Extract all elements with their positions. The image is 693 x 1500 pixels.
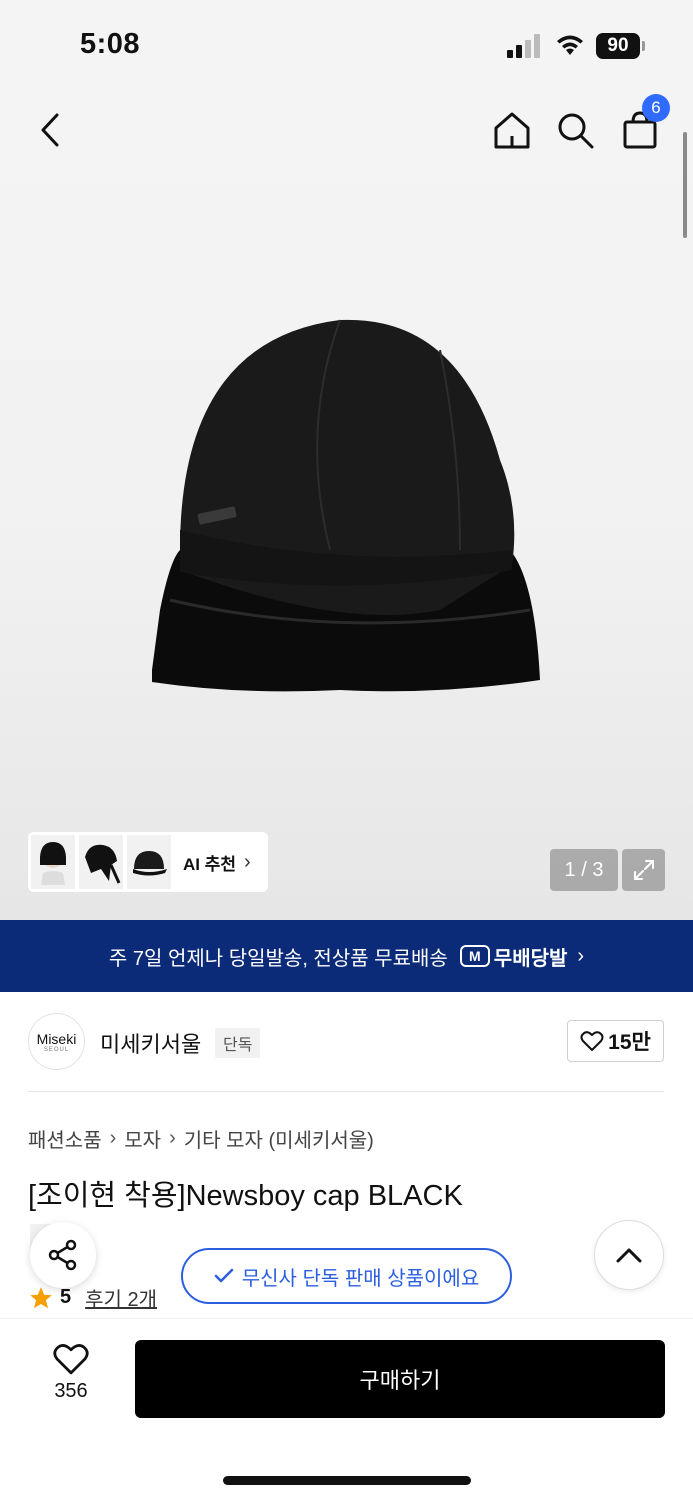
exclusive-notice-text: 무신사 단독 판매 상품이에요	[241, 1267, 480, 1290]
cellular-signal-icon	[507, 34, 540, 58]
back-button[interactable]	[26, 106, 74, 154]
status-time: 5:08	[80, 28, 141, 60]
musinsa-delivery-logo: M 무배당발	[459, 942, 568, 971]
brand-logo-subtext: SEOUL	[43, 1046, 70, 1053]
free-shipping-banner[interactable]: 주 7일 언제나 당일발송, 전상품 무료배송 M 무배당발 ›	[0, 920, 693, 992]
share-button[interactable]	[30, 1222, 96, 1288]
chevron-right-icon: ›	[577, 944, 585, 967]
exclusive-notice-pill[interactable]: 무신사 단독 판매 상품이에요	[181, 1248, 512, 1304]
battery-cap	[642, 41, 645, 51]
star-icon	[30, 1286, 52, 1308]
search-icon	[558, 113, 594, 149]
chevron-right-icon: ›	[244, 850, 251, 873]
wishlist-count: 356	[54, 1380, 88, 1402]
recommend-thumbnail[interactable]	[31, 835, 75, 889]
scrollbar[interactable]	[683, 132, 687, 238]
product-image[interactable]	[140, 310, 550, 700]
rating-score: 5	[60, 1286, 72, 1308]
cap-thumbnail	[133, 851, 167, 876]
chevron-right-icon: ›	[109, 1127, 117, 1149]
chevron-right-icon: ›	[169, 1127, 176, 1149]
banner-text: 주 7일 언제나 당일발송, 전상품 무료배송	[108, 947, 448, 970]
share-icon	[48, 1239, 77, 1271]
home-icon	[494, 112, 530, 149]
review-count-link[interactable]: 후기 2개	[85, 1283, 157, 1312]
wishlist-button[interactable]: 356	[36, 1342, 106, 1412]
check-icon	[214, 1268, 233, 1283]
home-indicator[interactable]	[223, 1476, 471, 1485]
heart-icon	[580, 1031, 604, 1051]
trapper-hat-thumbnail	[85, 844, 121, 884]
brand-like-button[interactable]: 15만	[567, 1020, 664, 1062]
recommend-thumbnail[interactable]	[127, 835, 171, 889]
brand-logo[interactable]: Miseki SEOUL	[28, 1013, 85, 1070]
ai-recommend-strip[interactable]: AI 추천 ›	[28, 832, 268, 892]
buy-button[interactable]: 구매하기	[135, 1340, 665, 1418]
scroll-to-top-button[interactable]	[594, 1220, 664, 1290]
breadcrumb-item[interactable]: 패션소품	[28, 1124, 102, 1153]
breadcrumb: 패션소품 › 모자 › 기타 모자 (미세키서울)	[28, 1124, 374, 1153]
image-page-indicator: 1 / 3	[550, 849, 618, 891]
brand-exclusive-badge: 단독	[215, 1028, 261, 1058]
home-button[interactable]	[488, 106, 536, 154]
battery-level: 90	[596, 33, 640, 59]
product-title: [조이현 착용]Newsboy cap BLACK	[28, 1180, 463, 1212]
search-button[interactable]	[551, 106, 599, 154]
chevron-up-icon	[616, 1248, 642, 1263]
breadcrumb-item[interactable]: 모자	[124, 1124, 161, 1153]
expand-image-button[interactable]	[622, 849, 665, 891]
cart-button[interactable]: 6	[616, 94, 670, 154]
truck-icon: M	[459, 945, 490, 967]
breadcrumb-item[interactable]: 기타 모자 (미세키서울)	[184, 1124, 374, 1153]
brand-name[interactable]: 미세키서울	[100, 1027, 201, 1059]
divider	[28, 1091, 664, 1092]
ai-recommend-label: AI 추천	[183, 854, 237, 874]
wifi-icon	[557, 35, 583, 55]
expand-icon	[633, 860, 654, 880]
heart-icon	[53, 1344, 89, 1375]
person-hat-thumbnail	[40, 842, 66, 885]
chevron-left-icon	[41, 113, 59, 147]
recommend-thumbnail[interactable]	[79, 835, 123, 889]
brand-logo-text: Miseki	[36, 1030, 77, 1047]
delivery-logo-text: 무배당발	[493, 947, 568, 970]
brand-like-count: 15만	[608, 1031, 651, 1054]
cart-count-badge: 6	[642, 94, 670, 122]
battery-indicator: 90	[596, 33, 646, 59]
product-rating: 5 후기 2개	[28, 1283, 157, 1312]
